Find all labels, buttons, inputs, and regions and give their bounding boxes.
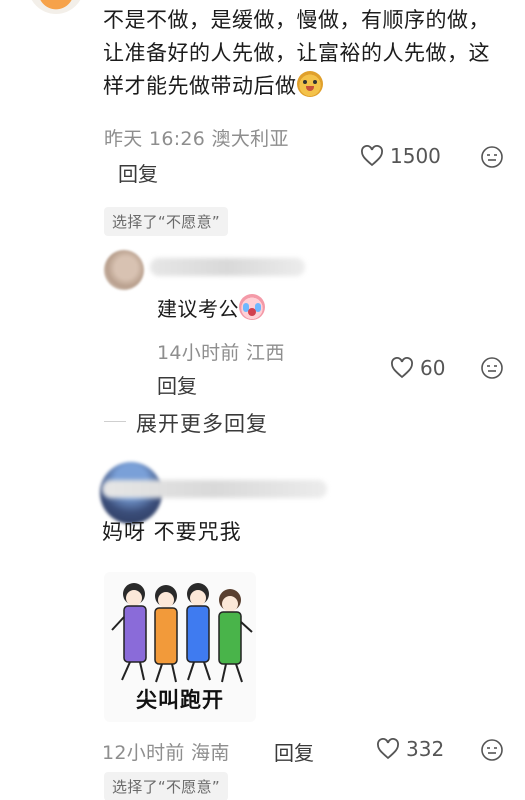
dislike-face-icon[interactable] [480,738,504,762]
comment-time: 昨天 16:26 [104,128,206,150]
divider [104,421,126,422]
dislike-face-icon[interactable] [480,145,504,169]
like-button[interactable]: 1500 [360,144,441,168]
reply-button[interactable]: 回复 [118,158,158,187]
username-blurred[interactable] [102,480,327,498]
comment-location: 海南 [191,742,230,764]
heart-icon [391,357,413,379]
reply-body: 建议考公 [157,297,239,321]
reply-button[interactable]: 回复 [274,737,314,766]
comment-text: 妈呀 不要咒我 [102,520,242,544]
vote-choice-badge: 选择了“不愿意” [104,772,228,800]
heart-icon [361,145,383,167]
like-button[interactable]: 332 [376,737,444,761]
heart-icon [377,738,399,760]
like-count: 60 [420,356,446,380]
doge-emoji-icon [296,71,323,97]
expand-replies-button[interactable]: 展开更多回复 [136,408,268,438]
avatar[interactable] [104,250,144,290]
like-count: 332 [406,737,445,761]
reply-button[interactable]: 回复 [157,370,197,399]
comment-location: 澳大利亚 [211,128,289,150]
comment-meta: 昨天 16:26 澳大利亚 [104,124,289,151]
like-button[interactable]: 60 [390,356,445,380]
reply-meta: 14小时前 江西 [157,338,285,365]
like-count: 1500 [390,144,441,168]
crying-emoji-icon [239,294,265,320]
comment-text: 不是不做，是缓做，慢做，有顺序的做，让准备好的人先做，让富裕的人先做，这样才能先… [103,4,503,103]
sticker-caption: 尖叫跑开 [136,688,224,712]
vote-choice-badge: 选择了“不愿意” [104,207,228,236]
avatar[interactable] [28,0,84,14]
username-blurred[interactable] [150,258,305,276]
comment-meta: 12小时前 海南 [102,738,230,765]
sticker-image[interactable]: 尖叫跑开 [104,572,256,722]
comment-time: 12小时前 [102,742,185,764]
reply-location: 江西 [246,342,285,364]
reply-comment-text: 建议考公 [157,293,265,322]
dislike-face-icon[interactable] [480,356,504,380]
reply-time: 14小时前 [157,342,240,364]
